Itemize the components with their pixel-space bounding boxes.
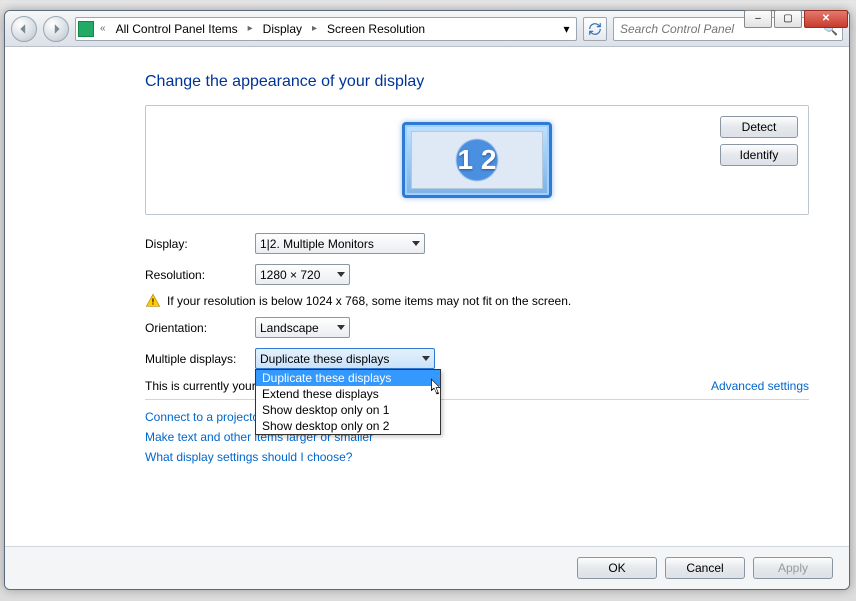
resolution-value: 1280 × 720 — [260, 268, 320, 282]
option-only-2[interactable]: Show desktop only on 2 — [256, 418, 440, 434]
page-title: Change the appearance of your display — [145, 73, 809, 91]
multiple-displays-combobox[interactable]: Duplicate these displays — [255, 348, 435, 369]
resolution-label: Resolution: — [145, 268, 255, 282]
resolution-warning: ! If your resolution is below 1024 x 768… — [145, 293, 809, 309]
navbar: « All Control Panel Items ▸ Display ▸ Sc… — [5, 11, 849, 47]
which-settings-link[interactable]: What display settings should I choose? — [145, 450, 352, 464]
breadcrumb-overflow[interactable]: « — [98, 23, 108, 34]
dialog-buttons: OK Cancel Apply — [5, 546, 849, 589]
chevron-right-icon: ▸ — [310, 23, 319, 34]
address-dropdown[interactable]: ▾ — [558, 18, 574, 40]
refresh-button[interactable] — [583, 17, 607, 41]
warning-icon: ! — [145, 293, 161, 309]
multiple-displays-dropdown[interactable]: Duplicate these displays Extend these di… — [255, 369, 441, 435]
option-only-1[interactable]: Show desktop only on 1 — [256, 402, 440, 418]
chevron-down-icon — [422, 356, 430, 361]
display-value: 1|2. Multiple Monitors — [260, 237, 374, 251]
orientation-value: Landscape — [260, 321, 319, 335]
option-extend[interactable]: Extend these displays — [256, 386, 440, 402]
chevron-down-icon — [412, 241, 420, 246]
address-bar[interactable]: « All Control Panel Items ▸ Display ▸ Sc… — [75, 17, 577, 41]
monitor-preview-box: 1 2 Detect Identify — [145, 105, 809, 215]
display-combobox[interactable]: 1|2. Multiple Monitors — [255, 233, 425, 254]
identify-button[interactable]: Identify — [720, 144, 798, 166]
minimize-button[interactable]: – — [744, 10, 772, 28]
option-duplicate[interactable]: Duplicate these displays — [256, 370, 440, 386]
orientation-combobox[interactable]: Landscape — [255, 317, 350, 338]
close-button[interactable]: ✕ — [804, 10, 848, 28]
separator — [145, 399, 809, 400]
monitor-numbers: 1 2 — [449, 132, 505, 188]
breadcrumb-all-items[interactable]: All Control Panel Items — [112, 18, 242, 40]
back-button[interactable] — [11, 16, 37, 42]
breadcrumb-display[interactable]: Display — [259, 18, 306, 40]
warning-text: If your resolution is below 1024 x 768, … — [167, 294, 571, 308]
forward-button[interactable] — [43, 16, 69, 42]
resolution-combobox[interactable]: 1280 × 720 — [255, 264, 350, 285]
orientation-label: Orientation: — [145, 321, 255, 335]
cancel-button[interactable]: Cancel — [665, 557, 745, 579]
multiple-displays-label: Multiple displays: — [145, 352, 255, 366]
apply-button[interactable]: Apply — [753, 557, 833, 579]
monitor-thumbnail[interactable]: 1 2 — [402, 122, 552, 198]
detect-button[interactable]: Detect — [720, 116, 798, 138]
multiple-displays-value: Duplicate these displays — [260, 352, 389, 366]
display-label: Display: — [145, 237, 255, 251]
content-area: Change the appearance of your display 1 … — [5, 47, 849, 546]
chevron-down-icon — [337, 272, 345, 277]
breadcrumb-screen-resolution[interactable]: Screen Resolution — [323, 18, 429, 40]
ok-button[interactable]: OK — [577, 557, 657, 579]
control-panel-icon — [78, 21, 94, 37]
svg-text:!: ! — [152, 297, 155, 306]
screen-resolution-window: « All Control Panel Items ▸ Display ▸ Sc… — [4, 10, 850, 590]
advanced-settings-link[interactable]: Advanced settings — [711, 379, 809, 393]
chevron-down-icon — [337, 325, 345, 330]
chevron-right-icon: ▸ — [246, 23, 255, 34]
maximize-button[interactable]: ▢ — [774, 10, 802, 28]
